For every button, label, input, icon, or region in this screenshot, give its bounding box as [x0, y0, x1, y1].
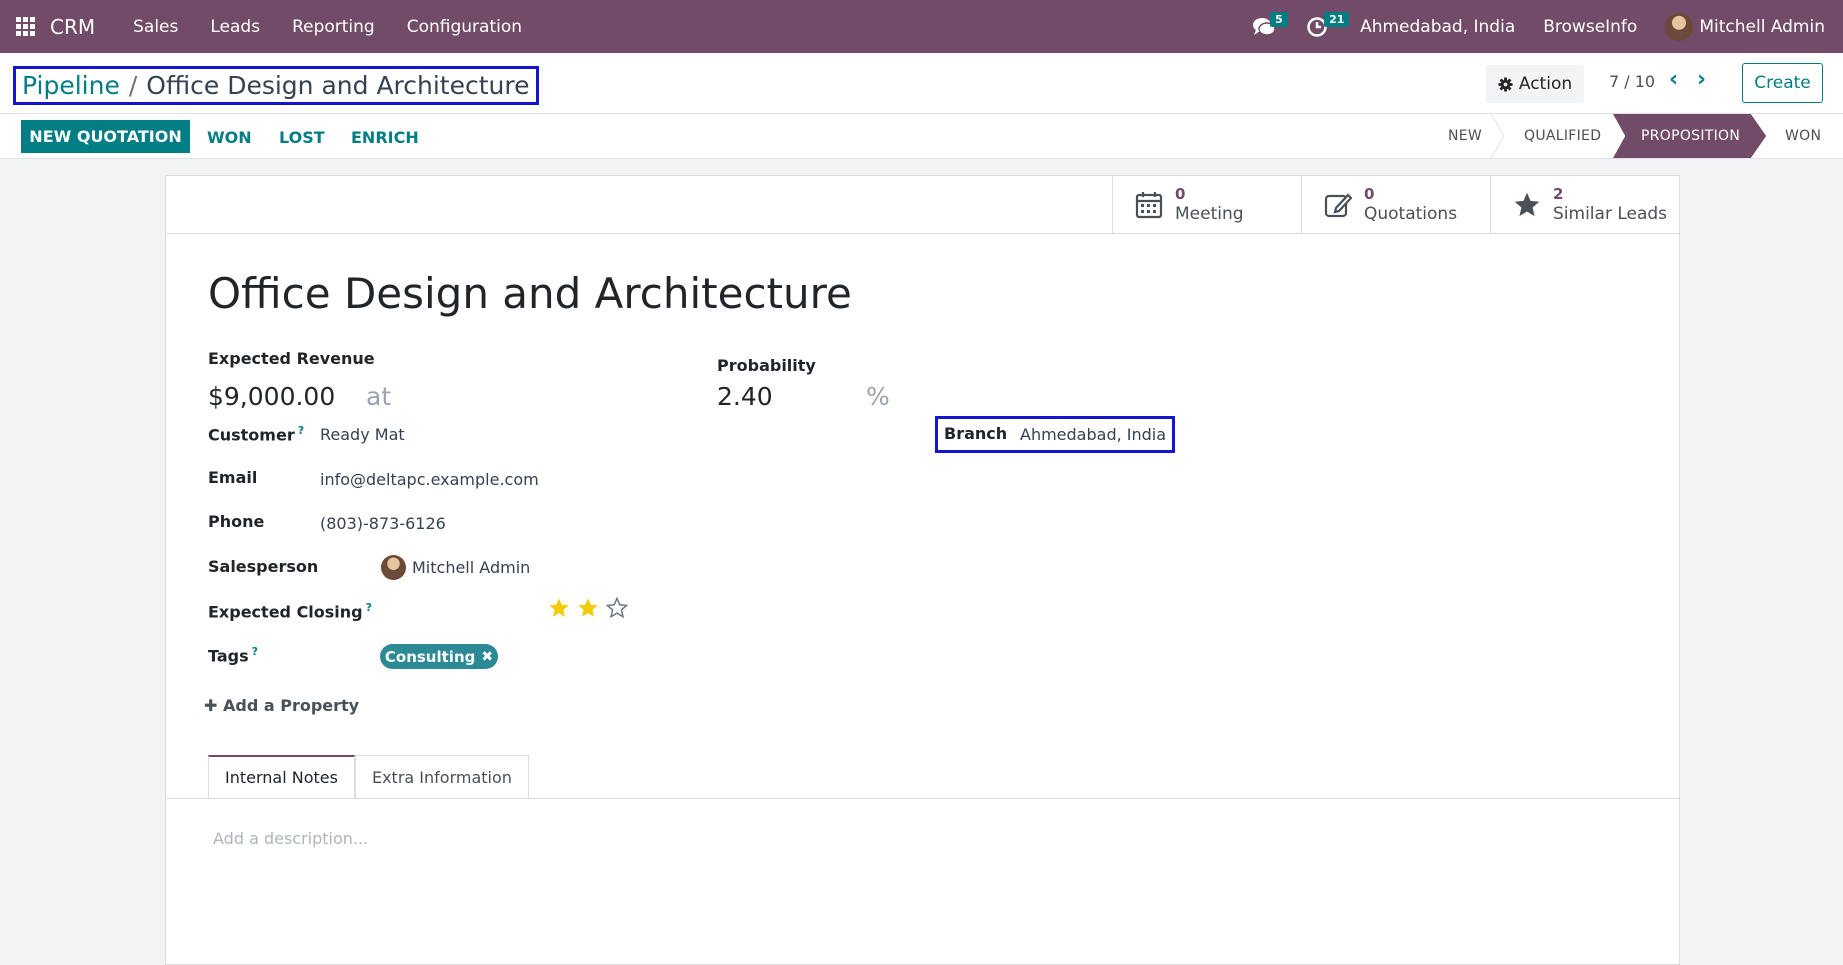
stage-won[interactable]: WON [1785, 114, 1821, 158]
user-menu[interactable]: Mitchell Admin [1665, 12, 1825, 41]
control-panel: Pipeline / Office Design and Architectur… [0, 53, 1843, 113]
edit-icon [1324, 193, 1352, 218]
won-button[interactable]: WON [207, 128, 252, 147]
similar-leads-label: Similar Leads [1553, 204, 1668, 224]
help-tooltip-icon[interactable]: ? [298, 424, 304, 437]
stage-proposition[interactable]: PROPOSITION [1613, 114, 1767, 158]
calendar-icon [1135, 192, 1163, 219]
stage-new[interactable]: NEW [1448, 114, 1482, 158]
tab-internal-notes[interactable]: Internal Notes [208, 755, 355, 798]
expected-revenue-label: Expected Revenue [208, 349, 375, 368]
breadcrumb-separator: / [128, 71, 138, 100]
expected-closing-label: Expected Closing? [208, 601, 373, 622]
breadcrumb: Pipeline / Office Design and Architectur… [13, 66, 539, 105]
plus-icon: ✚ [204, 696, 223, 715]
branch-field[interactable]: Ahmedabad, India [1020, 425, 1166, 444]
revenue-at-label: at [366, 382, 392, 411]
new-quotation-button[interactable]: NEW QUOTATION [21, 120, 190, 153]
create-button[interactable]: Create [1742, 63, 1823, 103]
probability-label: Probability [717, 356, 816, 375]
description-editor[interactable]: Add a description... [213, 829, 368, 848]
priority-star-1-icon[interactable] [548, 597, 570, 619]
salesperson-label: Salesperson [208, 557, 319, 576]
avatar [381, 555, 406, 580]
avatar [1665, 12, 1694, 41]
menu-configuration[interactable]: Configuration [391, 17, 538, 37]
enrich-button[interactable]: ENRICH [351, 128, 419, 147]
phone-label: Phone [208, 512, 265, 531]
messages-count-badge: 5 [1270, 11, 1288, 27]
customer-label: Customer? [208, 424, 305, 445]
probability-field[interactable]: 2.40 [717, 382, 773, 411]
quotations-count: 0 [1364, 185, 1375, 203]
user-name: Mitchell Admin [1699, 16, 1825, 37]
tag-badge: Consulting ✖ [380, 644, 498, 669]
app-name[interactable]: CRM [50, 15, 95, 39]
tab-divider [166, 798, 1679, 799]
pager-next-icon[interactable]: › [1697, 67, 1706, 92]
stage-qualified[interactable]: QUALIFIED [1524, 114, 1601, 158]
similar-leads-count: 2 [1553, 185, 1564, 203]
action-label: Action [1518, 74, 1573, 94]
tab-extra-information[interactable]: Extra Information [354, 755, 529, 798]
meeting-label: Meeting [1175, 204, 1244, 224]
priority-star-2-icon[interactable] [577, 597, 599, 619]
menu-leads[interactable]: Leads [194, 17, 276, 37]
gear-icon [1498, 76, 1513, 92]
help-tooltip-icon[interactable]: ? [252, 645, 258, 658]
phone-field[interactable]: (803)-873-6126 [320, 514, 446, 533]
action-button[interactable]: Action [1486, 65, 1584, 103]
priority-star-3-icon[interactable] [606, 597, 628, 619]
quotations-label: Quotations [1364, 204, 1458, 224]
quotations-smart-button[interactable]: 0 Quotations [1301, 176, 1491, 234]
smart-buttons-bar: 0 Meeting 0 Quotations 2 Similar Leads [166, 176, 1679, 234]
branch-label: Branch [944, 424, 1008, 443]
menu-sales[interactable]: Sales [117, 17, 194, 37]
add-property-button[interactable]: ✚ Add a Property [204, 696, 359, 715]
customer-field[interactable]: Ready Mat [320, 425, 405, 444]
tag-remove-icon[interactable]: ✖ [481, 649, 493, 665]
stage-divider [1490, 114, 1505, 158]
top-navbar: CRM Sales Leads Reporting Configuration … [0, 0, 1843, 53]
similar-leads-smart-button[interactable]: 2 Similar Leads [1490, 176, 1680, 234]
company-switcher[interactable]: BrowseInfo [1543, 17, 1637, 37]
expected-revenue-field[interactable]: $9,000.00 [208, 382, 335, 411]
meeting-smart-button[interactable]: 0 Meeting [1112, 176, 1302, 234]
meeting-count: 0 [1175, 185, 1186, 203]
form-sheet: 0 Meeting 0 Quotations 2 Similar Leads O… [165, 175, 1680, 965]
breadcrumb-current: Office Design and Architecture [146, 71, 530, 100]
pager-prev-icon[interactable]: ‹ [1669, 67, 1678, 92]
pager-value[interactable]: 7 / 10 [1609, 72, 1655, 91]
tag-label: Consulting [384, 647, 476, 666]
apps-grid-icon[interactable] [16, 16, 36, 37]
percent-sign: % [866, 382, 890, 411]
navbar-systray: 5 21 Ahmedabad, India BrowseInfo Mitchel… [1252, 0, 1843, 53]
breadcrumb-pipeline-link[interactable]: Pipeline [22, 71, 120, 100]
notebook-tabs: Internal Notes Extra Information [208, 755, 529, 798]
email-field[interactable]: info@deltapc.example.com [320, 470, 539, 489]
status-bar: NEW QUOTATION WON LOST ENRICH NEW QUALIF… [0, 113, 1843, 159]
email-label: Email [208, 468, 258, 487]
tags-label: Tags? [208, 645, 259, 666]
lost-button[interactable]: LOST [279, 128, 325, 147]
branch-switcher[interactable]: Ahmedabad, India [1360, 17, 1515, 37]
messages-button[interactable]: 5 [1252, 11, 1288, 42]
lead-title[interactable]: Office Design and Architecture [208, 269, 852, 318]
activities-count-badge: 21 [1324, 11, 1350, 27]
help-tooltip-icon[interactable]: ? [366, 601, 372, 614]
activities-button[interactable]: 21 [1306, 11, 1350, 42]
star-icon [1514, 192, 1540, 217]
salesperson-field[interactable]: Mitchell Admin [412, 558, 530, 577]
menu-reporting[interactable]: Reporting [276, 17, 391, 37]
